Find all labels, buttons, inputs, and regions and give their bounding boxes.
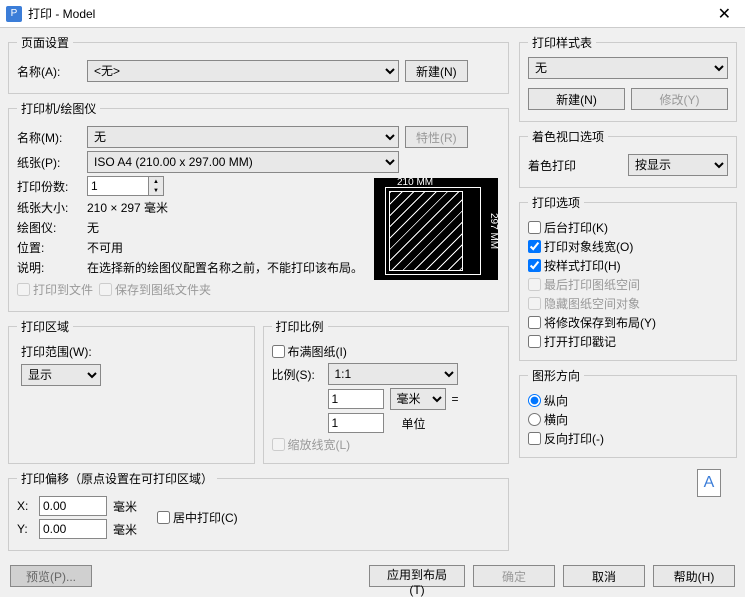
style-select[interactable]: 无 (528, 57, 728, 79)
offset-group: 打印偏移（原点设置在可打印区域） X: 毫米 Y: 毫米 居中打印(C) (8, 470, 509, 551)
offset-y-input[interactable] (39, 519, 107, 539)
plotter-label: 绘图仪: (17, 219, 81, 236)
preview-button[interactable]: 预览(P)... (10, 565, 92, 587)
paper-label: 纸张(P): (17, 154, 81, 171)
orient-legend: 图形方向 (528, 367, 584, 384)
plot-scale-group: 打印比例 布满图纸(I) 比例(S): 1:1 毫米 = 单位 缩放线宽 (263, 318, 510, 464)
copies-input[interactable] (87, 176, 149, 196)
plot-area-legend: 打印区域 (17, 318, 73, 335)
style-edit-button: 修改(Y) (631, 88, 728, 110)
cb-lineweight[interactable]: 打印对象线宽(O) (528, 238, 728, 255)
cb-savepaper: 保存到图纸文件夹 (99, 281, 211, 298)
scale-label: 比例(S): (272, 366, 322, 383)
papersize-value: 210 × 297 毫米 (87, 199, 168, 216)
spinner-down-icon[interactable]: ▼ (149, 186, 163, 195)
close-icon[interactable]: ✕ (710, 4, 739, 24)
scale-select[interactable]: 1:1 (328, 363, 458, 385)
desc-label: 说明: (17, 259, 81, 276)
options-group: 打印选项 后台打印(K) 打印对象线宽(O) 按样式打印(H) 最后打印图纸空间… (519, 194, 737, 361)
offset-x-label: X: (17, 499, 33, 513)
help-button[interactable]: 帮助(H) (653, 565, 735, 587)
location-value: 不可用 (87, 239, 123, 256)
options-legend: 打印选项 (528, 194, 584, 211)
orientation-icon: A (697, 469, 721, 497)
shade-select[interactable]: 按显示 (628, 154, 728, 176)
cb-hide: 隐藏图纸空间对象 (528, 295, 728, 312)
offset-y-label: Y: (17, 522, 33, 536)
paper-select[interactable]: ISO A4 (210.00 x 297.00 MM) (87, 151, 399, 173)
orient-group: 图形方向 纵向 横向 反向打印(-) (519, 367, 737, 458)
cb-center[interactable]: 居中打印(C) (157, 509, 238, 526)
papersize-label: 纸张大小: (17, 199, 81, 216)
cancel-button[interactable]: 取消 (563, 565, 645, 587)
plot-scale-legend: 打印比例 (272, 318, 328, 335)
copies-label: 打印份数: (17, 178, 81, 195)
cb-save[interactable]: 将修改保存到布局(Y) (528, 314, 728, 331)
paper-preview: 210 MM 297 MM (374, 178, 498, 280)
style-new-button[interactable]: 新建(N) (528, 88, 625, 110)
cb-background[interactable]: 后台打印(K) (528, 219, 728, 236)
preview-height-label: 297 MM (488, 213, 499, 249)
titlebar: P 打印 - Model ✕ (0, 0, 745, 28)
cb-stamp[interactable]: 打开打印戳记 (528, 333, 728, 350)
scale-unit-select[interactable]: 毫米 (390, 388, 446, 410)
window-title: 打印 - Model (28, 5, 710, 22)
offset-legend: 打印偏移（原点设置在可打印区域） (17, 470, 217, 487)
plot-area-group: 打印区域 打印范围(W): 显示 (8, 318, 255, 464)
cb-scale-lw: 缩放线宽(L) (272, 436, 501, 453)
page-setup-group: 页面设置 名称(A): <无> 新建(N) (8, 34, 509, 94)
style-group: 打印样式表 无 新建(N) 修改(Y) (519, 34, 737, 122)
plot-range-label: 打印范围(W): (21, 343, 246, 360)
offset-x-input[interactable] (39, 496, 107, 516)
cb-last: 最后打印图纸空间 (528, 276, 728, 293)
spinner-up-icon[interactable]: ▲ (149, 177, 163, 186)
plot-range-select[interactable]: 显示 (21, 364, 101, 386)
pagesetup-name-select[interactable]: <无> (87, 60, 399, 82)
scale-mm-input[interactable] (328, 389, 384, 409)
rb-landscape[interactable]: 横向 (528, 411, 728, 428)
offset-y-unit: 毫米 (113, 521, 137, 538)
desc-value: 在选择新的绘图仪配置名称之前，不能打印该布局。 (87, 259, 363, 276)
copies-spinner[interactable]: ▲▼ (87, 176, 164, 196)
scale-unit-label: 单位 (402, 415, 426, 432)
cb-style[interactable]: 按样式打印(H) (528, 257, 728, 274)
apply-button[interactable]: 应用到布局(T) (369, 565, 465, 587)
rb-portrait[interactable]: 纵向 (528, 392, 728, 409)
pagesetup-new-button[interactable]: 新建(N) (405, 60, 468, 82)
scale-unit-input[interactable] (328, 413, 384, 433)
printer-name-label: 名称(M): (17, 129, 81, 146)
page-setup-legend: 页面设置 (17, 34, 73, 51)
cb-fit[interactable]: 布满图纸(I) (272, 343, 501, 360)
style-legend: 打印样式表 (528, 34, 596, 51)
cb-reverse[interactable]: 反向打印(-) (528, 430, 728, 447)
printer-props-button: 特性(R) (405, 126, 468, 148)
location-label: 位置: (17, 239, 81, 256)
cb-tofile: 打印到文件 (17, 281, 93, 298)
pagesetup-name-label: 名称(A): (17, 63, 81, 80)
plotter-value: 无 (87, 219, 99, 236)
shade-legend: 着色视口选项 (528, 128, 608, 145)
ok-button: 确定 (473, 565, 555, 587)
app-icon: P (6, 6, 22, 22)
printer-name-select[interactable]: 无 (87, 126, 399, 148)
scale-eq: = (452, 392, 459, 406)
shade-group: 着色视口选项 着色打印 按显示 (519, 128, 737, 188)
offset-x-unit: 毫米 (113, 498, 137, 515)
shade-label: 着色打印 (528, 157, 622, 174)
printer-legend: 打印机/绘图仪 (17, 100, 100, 117)
